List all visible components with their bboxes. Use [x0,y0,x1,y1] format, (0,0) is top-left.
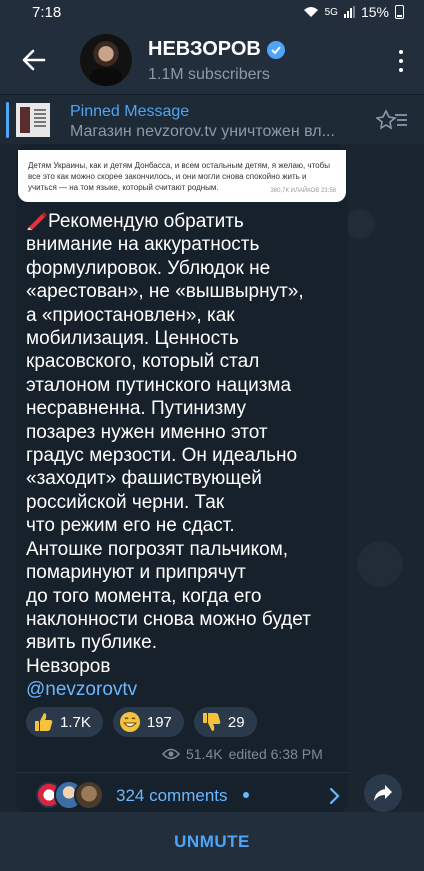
verified-badge-icon [266,40,285,59]
view-count: 51.4K [186,746,223,762]
channel-title[interactable]: НЕВЗОРОВ [148,38,285,61]
reaction-count: 1.7K [60,713,91,731]
commenter-avatars [34,780,104,810]
more-menu-icon[interactable] [398,50,404,72]
status-icons: 5G 15% [303,4,404,20]
network-type: 5G [324,6,338,18]
status-bar: 7:18 5G 15% [0,0,424,26]
eye-icon [162,748,180,760]
pinned-text: Магазин nevzorov.tv уничтожен вл... [70,123,335,140]
battery-level: 15% [360,4,389,20]
pinned-thumbnail [16,103,50,137]
pinned-message-bar[interactable]: Pinned Message Магазин nevzorov.tv уничт… [0,94,424,144]
channel-name: НЕВЗОРОВ [148,38,261,60]
message-line: а «приостановлен», как [26,304,235,326]
chevron-right-icon [329,787,340,805]
reaction-thumbs-up[interactable]: 1.7K [26,707,103,737]
message-line: формулировок. Ублюдок не [26,257,271,279]
status-time: 7:18 [32,4,62,21]
message-text: Рекомендую обратить внимание на аккуратн… [26,210,344,702]
reaction-grinning[interactable]: 197 [112,707,184,737]
back-arrow-icon[interactable] [20,46,48,74]
share-arrow-icon [374,785,392,801]
bottom-bar: UNMUTE [0,812,424,871]
message-line: «арестован», не «вышвырнут», [26,281,304,303]
message-line: что режим его не сдаст. [26,515,235,537]
message-line: эталоном путинского нацизма [26,374,292,396]
comments-divider [16,772,348,773]
message-line: Невзоров [26,655,111,677]
reaction-count: 197 [146,713,172,731]
share-button[interactable] [364,774,402,812]
comments-button[interactable]: 324 comments [30,780,348,812]
message-line: наклонности снова можно будет [26,608,311,630]
battery-icon [395,5,404,19]
message-line: мобилизация. Ценность [26,328,239,350]
wifi-icon [303,7,318,17]
comments-count: 324 comments [116,786,228,805]
grinning-face-icon [119,711,141,733]
signal-icon [343,6,355,18]
unpin-icon[interactable] [376,109,408,131]
unmute-button[interactable]: UNMUTE [174,832,250,852]
message-line: несравненна. Путинизму [26,398,247,420]
subscriber-count: 1.1M subscribers [148,66,270,83]
message-line: помаринуют и припрячут [26,562,246,584]
reactions-row: 1.7K 197 29 [26,707,257,737]
message-line: российской черни. Так [26,491,225,513]
message-photo-preview[interactable]: Детям Украины, как и детям Донбасса, и в… [18,150,346,202]
pinned-title: Pinned Message [70,103,190,120]
new-comments-dot [243,792,249,798]
message-line: «заходит» фашиствующей [26,468,262,490]
thumbs-up-icon [32,711,54,733]
message-line: красовского, который стал [26,351,260,373]
message-line: внимание на аккуратность [26,234,260,256]
message-line: до того момента, когда его [26,585,262,607]
thumbs-down-icon [200,711,222,733]
message-line: Антошке погрозят пальчиком, [26,538,289,560]
crayon-icon [27,212,47,230]
channel-handle-link[interactable]: @nevzorovtv [26,678,344,701]
message-line: явить публике. [26,632,157,654]
reaction-count: 29 [227,713,245,731]
message-line: позарез нужен именно этот [26,421,268,443]
edited-time: edited 6:38 PM [228,746,323,762]
commenter-avatar [74,780,104,810]
photo-meta: 380,7К ИЛАЙКОВ 23:58 [270,188,336,194]
message-line: градус мерзости. Он идеально [26,445,298,467]
pinned-indicator [6,102,9,138]
message-line: Рекомендую обратить [48,211,244,232]
channel-avatar[interactable] [80,34,132,86]
reaction-thumbs-down[interactable]: 29 [193,707,257,737]
chat-header: НЕВЗОРОВ 1.1M subscribers [0,26,424,94]
message-meta: 51.4K edited 6:38 PM [162,746,323,762]
